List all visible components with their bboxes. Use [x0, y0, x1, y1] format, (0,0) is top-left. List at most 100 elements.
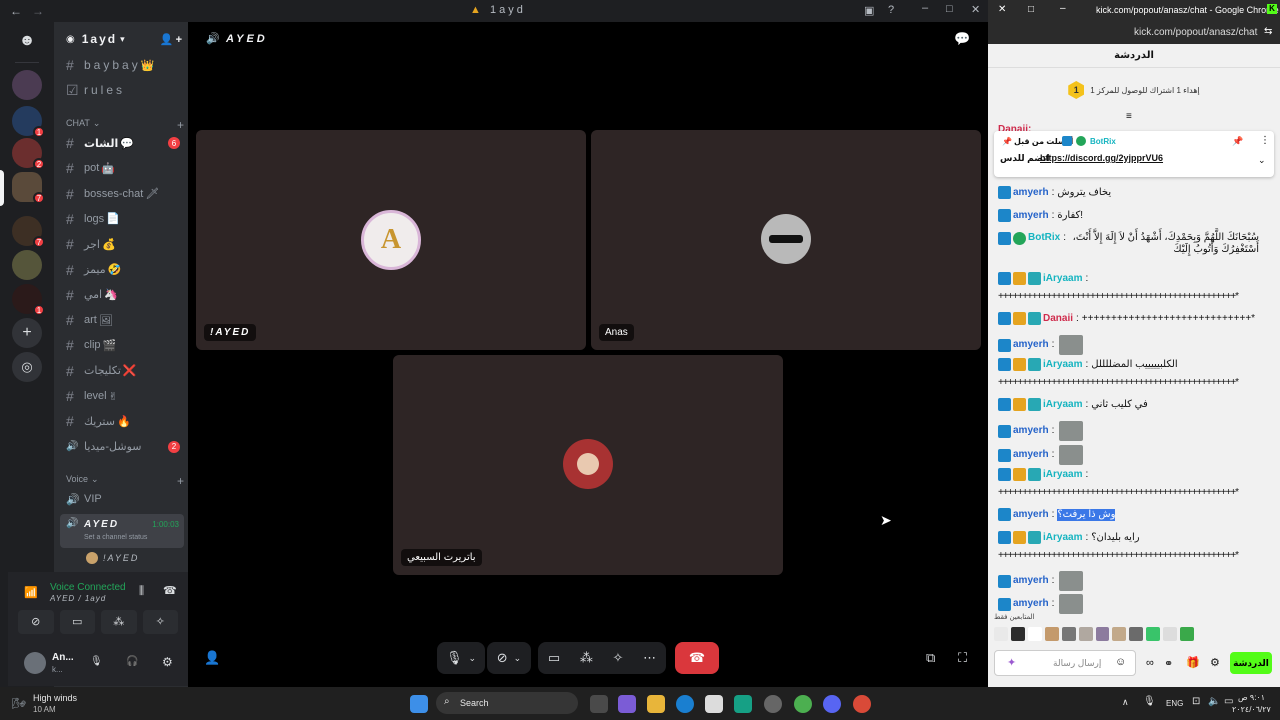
emote-icon[interactable]: [1180, 627, 1195, 641]
chat-message[interactable]: iAryaam:: [998, 272, 1268, 285]
gear-icon[interactable]: ⚙: [162, 655, 173, 669]
chat-input[interactable]: ✦ إرسال رسالة ☺: [994, 650, 1136, 676]
category-voice[interactable]: Voice ⌄ +: [66, 474, 184, 488]
voice-connected-label[interactable]: Voice Connected: [50, 582, 126, 593]
server-icon[interactable]: [12, 250, 42, 280]
help-icon[interactable]: ?: [888, 4, 894, 16]
emote-icon[interactable]: [1129, 627, 1144, 641]
microphone-button[interactable]: 🎙 ⌄: [437, 642, 485, 674]
close-icon[interactable]: ✕: [971, 3, 980, 16]
gift-banner[interactable]: 1 إهداء 1 اشتراك للوصول للمركز 1: [988, 76, 1280, 104]
microphone-icon[interactable]: 🎙: [1143, 696, 1156, 707]
channel-item[interactable]: # art 🖼: [66, 309, 184, 331]
username[interactable]: amyerh: [1013, 187, 1049, 199]
app-icon[interactable]: [734, 695, 752, 713]
emote-icon[interactable]: [1146, 627, 1161, 641]
server-icon[interactable]: 1: [12, 284, 45, 316]
more-options-icon[interactable]: ⋮: [1260, 135, 1270, 146]
username[interactable]: amyerh: [1013, 575, 1049, 587]
more-options-icon[interactable]: ⋯: [643, 650, 656, 666]
screen-share-icon[interactable]: ▭: [59, 610, 95, 634]
gear-icon[interactable]: ⚙: [1210, 656, 1220, 669]
maximize-icon[interactable]: □: [1028, 4, 1034, 15]
username[interactable]: iAryaam: [1043, 469, 1082, 481]
activities-icon[interactable]: ⁂: [101, 610, 137, 634]
infinity-icon[interactable]: ∞: [1146, 657, 1154, 669]
add-channel-icon[interactable]: +: [177, 474, 184, 488]
channel-item[interactable]: # الشات 💬 6: [66, 132, 184, 154]
settings-icon[interactable]: [764, 695, 782, 713]
chat-message[interactable]: amyerh:: [998, 335, 1268, 355]
minimize-icon[interactable]: –: [1060, 3, 1066, 14]
emote-icon[interactable]: [1027, 627, 1042, 641]
add-channel-icon[interactable]: +: [177, 118, 184, 132]
camera-button[interactable]: ⊘ ⌄: [487, 642, 531, 674]
chat-message[interactable]: ++++++++++++++++++++++++++++++++++++++++…: [998, 377, 1268, 389]
discover-icon[interactable]: ◎: [12, 352, 42, 382]
username[interactable]: amyerh: [1013, 509, 1049, 521]
send-chat-button[interactable]: الدردشة: [1230, 652, 1272, 674]
chat-message[interactable]: amyerh:: [998, 594, 1268, 614]
emote-picker-icon[interactable]: ✦: [1007, 656, 1016, 669]
emote-icon[interactable]: [1163, 627, 1178, 641]
add-server-icon[interactable]: +: [12, 318, 42, 348]
chat-message[interactable]: iAryaam: رايه بليدان؟: [998, 531, 1268, 544]
server-icon[interactable]: 1: [12, 106, 45, 138]
channel-item[interactable]: # ميمز 🤣: [66, 259, 184, 281]
invite-people-icon[interactable]: 👤+: [160, 33, 184, 46]
activities-icon[interactable]: ⁂: [580, 650, 593, 666]
chat-message[interactable]: BotRix: سُبْحَانَكَ اللَّهُمَّ وَبِحَمْدِ…: [998, 232, 1268, 256]
chat-message[interactable]: ++++++++++++++++++++++++++++++++++++++++…: [998, 487, 1268, 499]
emote-icon[interactable]: [994, 627, 1008, 641]
chat-bubble-icon[interactable]: 💬: [954, 31, 970, 47]
chat-message[interactable]: ++++++++++++++++++++++++++++++++++++++++…: [998, 550, 1268, 562]
emote-icon[interactable]: [1112, 627, 1127, 641]
channel-item[interactable]: # تكليجات ❌: [66, 360, 184, 382]
username[interactable]: amyerh: [1013, 339, 1049, 351]
inbox-icon[interactable]: ▣: [864, 4, 874, 17]
noise-suppression-icon[interactable]: ⫼: [139, 585, 144, 598]
camera-off-icon[interactable]: ⊘: [18, 610, 54, 634]
channel-item[interactable]: # level ✌: [66, 385, 184, 407]
chat-message[interactable]: amyerh: يخاف يتروش: [998, 186, 1268, 199]
smile-icon[interactable]: ☺: [1115, 656, 1126, 668]
network-icon[interactable]: ⊡: [1192, 696, 1200, 707]
pin-icon[interactable]: 📌: [1232, 136, 1243, 147]
chat-message[interactable]: iAryaam:: [998, 468, 1268, 481]
gift-icon[interactable]: 🎁: [1186, 656, 1200, 669]
volume-icon[interactable]: 🔈: [1208, 696, 1220, 707]
channel-item[interactable]: # ستريك 🔥: [66, 410, 184, 432]
user-name[interactable]: An...: [52, 652, 74, 663]
participant-tile[interactable]: Anas: [591, 130, 981, 350]
url-bar[interactable]: kick.com/popout/anasz/chat: [1134, 27, 1257, 38]
chat-message[interactable]: amyerh: وش ذا يرفث؟: [998, 508, 1268, 521]
chrome-icon[interactable]: [794, 695, 812, 713]
channel-item[interactable]: # logs 📄: [66, 208, 184, 230]
chat-message[interactable]: Danaii: +++++++++++++++++++++++++++++*: [998, 312, 1268, 325]
channel-item[interactable]: # baybay 👑: [66, 54, 184, 76]
username[interactable]: amyerh: [1013, 425, 1049, 437]
username[interactable]: iAryaam: [1043, 359, 1082, 371]
participant-tile[interactable]: A !AYED: [196, 130, 586, 350]
channel-item[interactable]: # bosses-chat 🗡: [66, 183, 184, 205]
participant-tile[interactable]: باتريرت السبيعي: [393, 355, 783, 575]
chat-message[interactable]: iAryaam: في كليب ثاني: [998, 398, 1268, 411]
channel-item[interactable]: # clip 🎬: [66, 334, 184, 356]
minimize-icon[interactable]: –: [922, 2, 928, 14]
chat-message[interactable]: amyerh: كفارة!: [998, 209, 1268, 222]
soundboard-icon[interactable]: ✧: [142, 610, 178, 634]
channel-item[interactable]: # امي 🦄: [66, 284, 184, 306]
pinned-message[interactable]: 📌 أرسلت من قبل BotRix 📌 ⋮ انضم للدس http…: [994, 131, 1274, 177]
microphone-icon[interactable]: 🎙: [90, 656, 103, 667]
chat-message[interactable]: ++++++++++++++++++++++++++++++++++++++++…: [998, 291, 1268, 303]
disconnect-button[interactable]: ☎: [675, 642, 719, 674]
server-icon[interactable]: 2: [12, 138, 45, 170]
emote-icon[interactable]: [1095, 627, 1110, 641]
tray-chevron-icon[interactable]: ∧: [1122, 697, 1129, 708]
forward-arrow-icon[interactable]: →: [32, 4, 44, 18]
channel-item-rules[interactable]: ☑ rules: [66, 79, 184, 101]
channel-item[interactable]: # pot 🤖: [66, 157, 184, 179]
chevron-down-icon[interactable]: ⌄: [1258, 155, 1266, 166]
emote-icon[interactable]: [1010, 627, 1025, 641]
soundboard-icon[interactable]: ✧: [613, 650, 624, 666]
